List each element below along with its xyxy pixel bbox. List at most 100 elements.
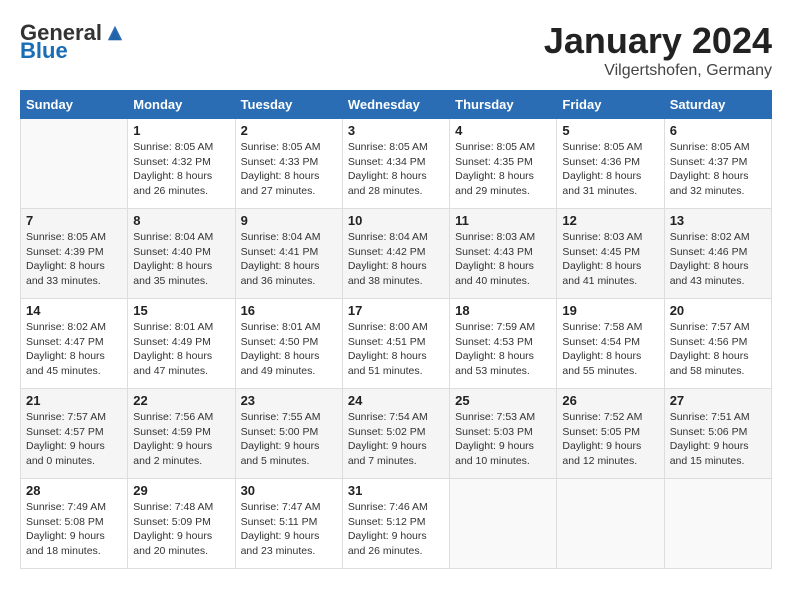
day-info: Sunrise: 7:49 AM Sunset: 5:08 PM Dayligh… bbox=[26, 500, 122, 559]
calendar-cell bbox=[557, 479, 664, 569]
calendar-cell: 1 Sunrise: 8:05 AM Sunset: 4:32 PM Daylig… bbox=[128, 119, 235, 209]
day-number: 28 bbox=[26, 483, 122, 498]
calendar-cell: 11Sunrise: 8:03 AM Sunset: 4:43 PM Dayli… bbox=[450, 209, 557, 299]
calendar-cell: 28 Sunrise: 7:49 AM Sunset: 5:08 PM Dayli… bbox=[21, 479, 128, 569]
day-info: Sunrise: 7:53 AM Sunset: 5:03 PM Dayligh… bbox=[455, 410, 551, 469]
calendar-cell: 15Sunrise: 8:01 AM Sunset: 4:49 PM Dayli… bbox=[128, 299, 235, 389]
calendar-cell: 27Sunrise: 7:51 AM Sunset: 5:06 PM Dayli… bbox=[664, 389, 771, 479]
day-info: Sunrise: 7:48 AM Sunset: 5:09 PM Dayligh… bbox=[133, 500, 229, 559]
day-info: Sunrise: 8:05 AM Sunset: 4:37 PM Dayligh… bbox=[670, 140, 766, 199]
day-number: 30 bbox=[241, 483, 337, 498]
calendar-cell: 25 Sunrise: 7:53 AM Sunset: 5:03 PM Dayli… bbox=[450, 389, 557, 479]
day-info: Sunrise: 8:01 AM Sunset: 4:49 PM Dayligh… bbox=[133, 320, 229, 379]
day-info: Sunrise: 8:02 AM Sunset: 4:47 PM Dayligh… bbox=[26, 320, 122, 379]
day-info: Sunrise: 8:03 AM Sunset: 4:45 PM Dayligh… bbox=[562, 230, 658, 289]
calendar-cell: 8 Sunrise: 8:04 AM Sunset: 4:40 PM Daylig… bbox=[128, 209, 235, 299]
day-info: Sunrise: 8:05 AM Sunset: 4:35 PM Dayligh… bbox=[455, 140, 551, 199]
day-header-sunday: Sunday bbox=[21, 91, 128, 119]
day-header-wednesday: Wednesday bbox=[342, 91, 449, 119]
day-number: 4 bbox=[455, 123, 551, 138]
calendar-cell: 19Sunrise: 7:58 AM Sunset: 4:54 PM Dayli… bbox=[557, 299, 664, 389]
location: Vilgertshofen, Germany bbox=[544, 62, 772, 80]
calendar-cell bbox=[21, 119, 128, 209]
day-info: Sunrise: 7:55 AM Sunset: 5:00 PM Dayligh… bbox=[241, 410, 337, 469]
day-number: 29 bbox=[133, 483, 229, 498]
calendar-cell: 18 Sunrise: 7:59 AM Sunset: 4:53 PM Dayli… bbox=[450, 299, 557, 389]
day-info: Sunrise: 8:00 AM Sunset: 4:51 PM Dayligh… bbox=[348, 320, 444, 379]
day-info: Sunrise: 8:04 AM Sunset: 4:42 PM Dayligh… bbox=[348, 230, 444, 289]
day-info: Sunrise: 7:59 AM Sunset: 4:53 PM Dayligh… bbox=[455, 320, 551, 379]
day-info: Sunrise: 8:04 AM Sunset: 4:40 PM Dayligh… bbox=[133, 230, 229, 289]
day-info: Sunrise: 8:03 AM Sunset: 4:43 PM Dayligh… bbox=[455, 230, 551, 289]
week-row-1: 1 Sunrise: 8:05 AM Sunset: 4:32 PM Daylig… bbox=[21, 119, 772, 209]
calendar-cell: 29 Sunrise: 7:48 AM Sunset: 5:09 PM Dayli… bbox=[128, 479, 235, 569]
day-info: Sunrise: 7:46 AM Sunset: 5:12 PM Dayligh… bbox=[348, 500, 444, 559]
calendar-cell: 7 Sunrise: 8:05 AM Sunset: 4:39 PM Daylig… bbox=[21, 209, 128, 299]
week-row-3: 14 Sunrise: 8:02 AM Sunset: 4:47 PM Dayli… bbox=[21, 299, 772, 389]
day-info: Sunrise: 7:47 AM Sunset: 5:11 PM Dayligh… bbox=[241, 500, 337, 559]
day-number: 7 bbox=[26, 213, 122, 228]
calendar-cell bbox=[450, 479, 557, 569]
calendar-cell: 17 Sunrise: 8:00 AM Sunset: 4:51 PM Dayli… bbox=[342, 299, 449, 389]
day-info: Sunrise: 8:05 AM Sunset: 4:39 PM Dayligh… bbox=[26, 230, 122, 289]
day-info: Sunrise: 8:02 AM Sunset: 4:46 PM Dayligh… bbox=[670, 230, 766, 289]
day-header-tuesday: Tuesday bbox=[235, 91, 342, 119]
day-number: 20 bbox=[670, 303, 766, 318]
calendar-body: 1 Sunrise: 8:05 AM Sunset: 4:32 PM Daylig… bbox=[21, 119, 772, 569]
day-info: Sunrise: 8:04 AM Sunset: 4:41 PM Dayligh… bbox=[241, 230, 337, 289]
logo: General Blue bbox=[20, 20, 124, 64]
calendar-cell bbox=[664, 479, 771, 569]
calendar-header-row: SundayMondayTuesdayWednesdayThursdayFrid… bbox=[21, 91, 772, 119]
calendar-cell: 16Sunrise: 8:01 AM Sunset: 4:50 PM Dayli… bbox=[235, 299, 342, 389]
day-info: Sunrise: 7:57 AM Sunset: 4:56 PM Dayligh… bbox=[670, 320, 766, 379]
calendar-cell: 26Sunrise: 7:52 AM Sunset: 5:05 PM Dayli… bbox=[557, 389, 664, 479]
calendar-cell: 5 Sunrise: 8:05 AM Sunset: 4:36 PM Daylig… bbox=[557, 119, 664, 209]
day-header-friday: Friday bbox=[557, 91, 664, 119]
day-number: 27 bbox=[670, 393, 766, 408]
calendar-cell: 2Sunrise: 8:05 AM Sunset: 4:33 PM Daylig… bbox=[235, 119, 342, 209]
day-number: 24 bbox=[348, 393, 444, 408]
day-info: Sunrise: 8:05 AM Sunset: 4:36 PM Dayligh… bbox=[562, 140, 658, 199]
day-info: Sunrise: 8:05 AM Sunset: 4:34 PM Dayligh… bbox=[348, 140, 444, 199]
day-number: 17 bbox=[348, 303, 444, 318]
day-number: 22 bbox=[133, 393, 229, 408]
day-number: 21 bbox=[26, 393, 122, 408]
day-info: Sunrise: 7:54 AM Sunset: 5:02 PM Dayligh… bbox=[348, 410, 444, 469]
day-info: Sunrise: 7:56 AM Sunset: 4:59 PM Dayligh… bbox=[133, 410, 229, 469]
title-block: January 2024 Vilgertshofen, Germany bbox=[544, 20, 772, 80]
day-info: Sunrise: 7:57 AM Sunset: 4:57 PM Dayligh… bbox=[26, 410, 122, 469]
week-row-4: 21 Sunrise: 7:57 AM Sunset: 4:57 PM Dayli… bbox=[21, 389, 772, 479]
day-number: 6 bbox=[670, 123, 766, 138]
calendar-cell: 31 Sunrise: 7:46 AM Sunset: 5:12 PM Dayli… bbox=[342, 479, 449, 569]
day-number: 31 bbox=[348, 483, 444, 498]
calendar-cell: 30 Sunrise: 7:47 AM Sunset: 5:11 PM Dayli… bbox=[235, 479, 342, 569]
calendar-cell: 22 Sunrise: 7:56 AM Sunset: 4:59 PM Dayli… bbox=[128, 389, 235, 479]
week-row-5: 28 Sunrise: 7:49 AM Sunset: 5:08 PM Dayli… bbox=[21, 479, 772, 569]
day-number: 8 bbox=[133, 213, 229, 228]
calendar-cell: 12 Sunrise: 8:03 AM Sunset: 4:45 PM Dayli… bbox=[557, 209, 664, 299]
day-info: Sunrise: 8:05 AM Sunset: 4:32 PM Dayligh… bbox=[133, 140, 229, 199]
day-info: Sunrise: 8:05 AM Sunset: 4:33 PM Dayligh… bbox=[241, 140, 337, 199]
day-number: 5 bbox=[562, 123, 658, 138]
day-number: 10 bbox=[348, 213, 444, 228]
week-row-2: 7 Sunrise: 8:05 AM Sunset: 4:39 PM Daylig… bbox=[21, 209, 772, 299]
day-number: 13 bbox=[670, 213, 766, 228]
day-number: 14 bbox=[26, 303, 122, 318]
day-number: 3 bbox=[348, 123, 444, 138]
calendar-cell: 9 Sunrise: 8:04 AM Sunset: 4:41 PM Daylig… bbox=[235, 209, 342, 299]
calendar-cell: 23 Sunrise: 7:55 AM Sunset: 5:00 PM Dayli… bbox=[235, 389, 342, 479]
day-number: 25 bbox=[455, 393, 551, 408]
calendar-cell: 24 Sunrise: 7:54 AM Sunset: 5:02 PM Dayli… bbox=[342, 389, 449, 479]
calendar-cell: 14 Sunrise: 8:02 AM Sunset: 4:47 PM Dayli… bbox=[21, 299, 128, 389]
day-number: 18 bbox=[455, 303, 551, 318]
day-number: 19 bbox=[562, 303, 658, 318]
calendar-cell: 13 Sunrise: 8:02 AM Sunset: 4:46 PM Dayli… bbox=[664, 209, 771, 299]
day-info: Sunrise: 8:01 AM Sunset: 4:50 PM Dayligh… bbox=[241, 320, 337, 379]
logo-blue: Blue bbox=[20, 38, 68, 64]
page-header: General Blue January 2024 Vilgertshofen,… bbox=[20, 20, 772, 80]
day-number: 1 bbox=[133, 123, 229, 138]
day-number: 12 bbox=[562, 213, 658, 228]
day-number: 23 bbox=[241, 393, 337, 408]
calendar-cell: 4 Sunrise: 8:05 AM Sunset: 4:35 PM Daylig… bbox=[450, 119, 557, 209]
day-number: 9 bbox=[241, 213, 337, 228]
